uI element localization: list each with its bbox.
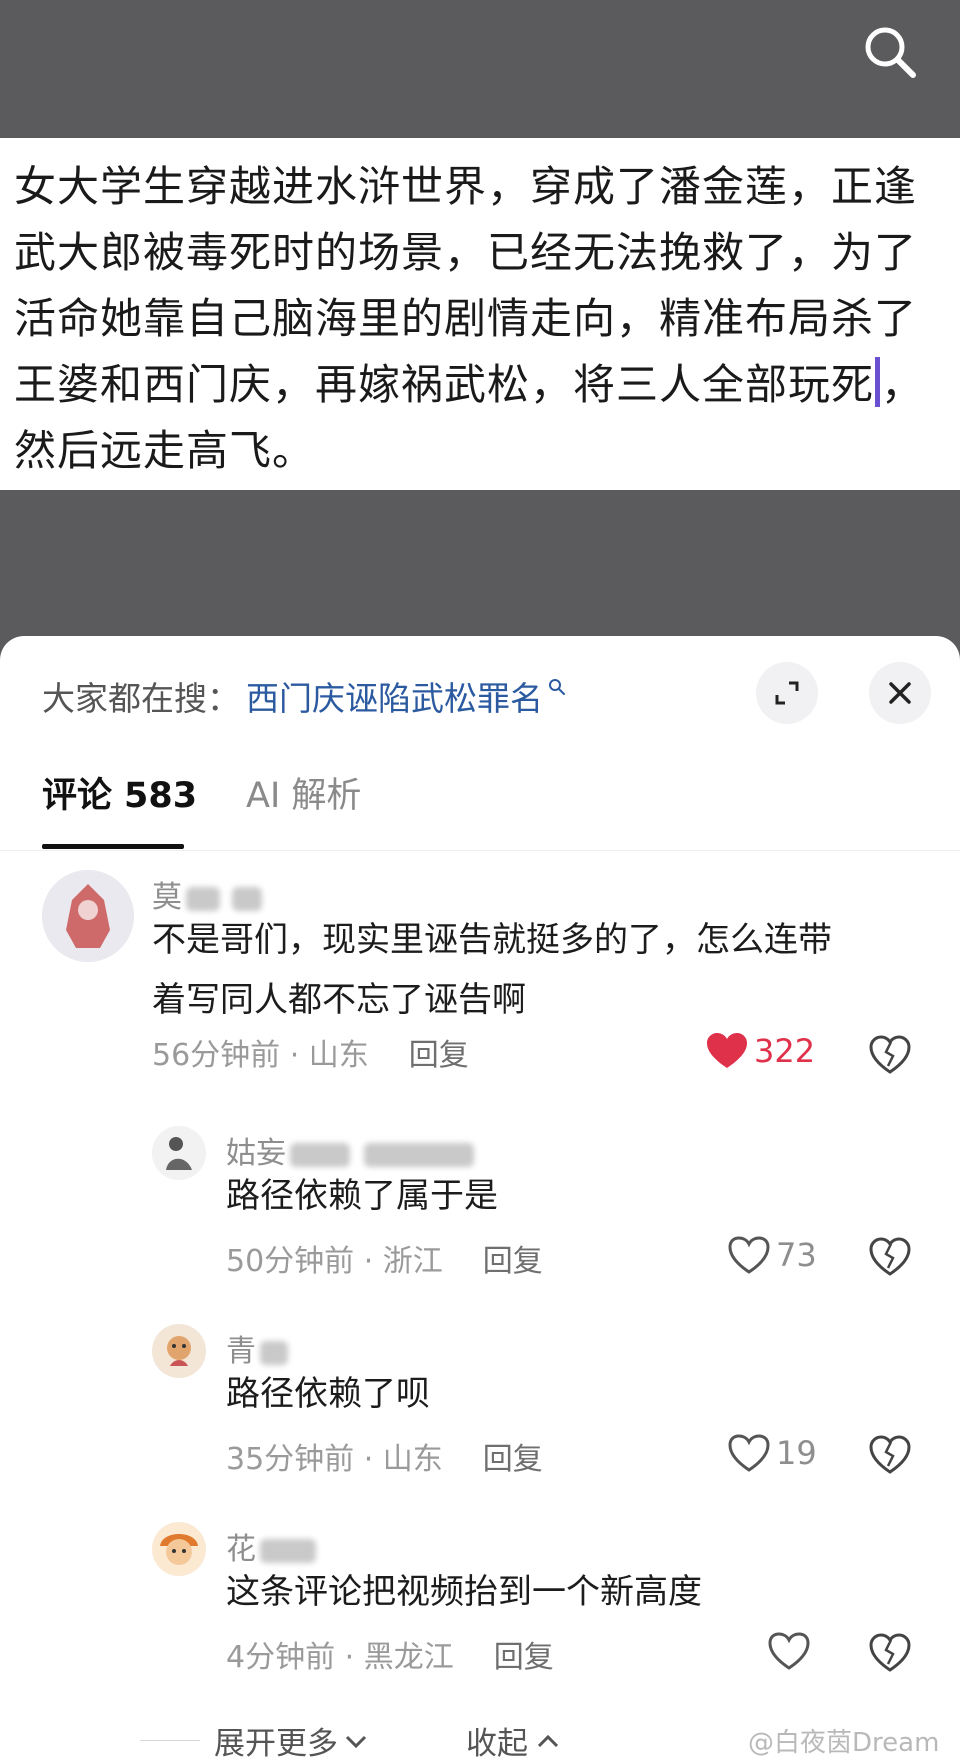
comment-time: 35分钟前 xyxy=(226,1442,355,1477)
search-button[interactable] xyxy=(858,20,922,84)
like-count: 73 xyxy=(776,1236,817,1274)
search-icon xyxy=(549,679,565,695)
avatar[interactable] xyxy=(42,870,134,962)
hot-search-query[interactable]: 西门庆诬陷武松罪名 xyxy=(246,672,543,720)
dislike-icon[interactable] xyxy=(868,1630,912,1674)
search-icon xyxy=(865,27,916,78)
comment-meta: 56分钟前 · 山东 回复 xyxy=(152,1038,469,1073)
divider xyxy=(140,1740,200,1741)
reply-button[interactable]: 回复 xyxy=(483,1442,543,1477)
reply-button[interactable]: 回复 xyxy=(409,1038,469,1073)
comment-meta: 50分钟前 · 浙江 回复 xyxy=(226,1244,543,1279)
like-button[interactable]: 19 xyxy=(728,1434,817,1472)
hot-search-label: 大家都在搜： xyxy=(42,679,240,718)
like-button[interactable]: 322 xyxy=(706,1032,815,1070)
comment-time: 4分钟前 xyxy=(226,1640,336,1675)
caption-line: 活命她靠自己脑海里的剧情走向，精准布局杀了 xyxy=(14,294,918,343)
like-count: 19 xyxy=(776,1434,817,1472)
comment-location: 浙江 xyxy=(382,1244,443,1279)
comment-footer: 展开更多 收起 @白夜茵Dream xyxy=(0,1718,960,1762)
video-caption: 女大学生穿越进水浒世界，穿成了潘金莲，正逢 武大郎被毒死时的场景，已经无法挽救了… xyxy=(0,138,960,490)
chevron-up-icon xyxy=(537,1734,559,1747)
chevron-down-icon xyxy=(345,1735,367,1748)
caption-line: 女大学生穿越进水浒世界，穿成了潘金莲，正逢 xyxy=(14,162,918,211)
hot-search-bar[interactable]: 大家都在搜： 西门庆诬陷武松罪名 xyxy=(42,666,567,726)
caption-line: 王婆和西门庆，再嫁祸武松，将三人全部玩死， xyxy=(14,352,950,418)
reply-item: 姑妄 路径依赖了属于是 50分钟前 · 浙江 回复 73 xyxy=(0,1126,960,1306)
comment-time: 50分钟前 xyxy=(226,1244,355,1279)
heart-icon xyxy=(728,1434,770,1472)
comment-location: 山东 xyxy=(308,1038,369,1073)
reply-button[interactable]: 回复 xyxy=(483,1244,543,1279)
caption-line: 然后远走高飞。 xyxy=(14,426,316,475)
avatar[interactable] xyxy=(152,1324,206,1378)
like-button[interactable] xyxy=(768,1632,816,1670)
dislike-icon[interactable] xyxy=(868,1234,912,1278)
comment-location: 黑龙江 xyxy=(363,1640,454,1675)
comment-text: 这条评论把视频抬到一个新高度 xyxy=(226,1572,702,1612)
like-count: 322 xyxy=(754,1032,816,1070)
video-area[interactable]: 女大学生穿越进水浒世界，穿成了潘金莲，正逢 武大郎被毒死时的场景，已经无法挽救了… xyxy=(0,0,960,660)
heart-icon xyxy=(768,1632,810,1670)
reply-item: 花 这条评论把视频抬到一个新高度 4分钟前 · 黑龙江 回复 xyxy=(0,1522,960,1702)
collapse-button[interactable]: 收起 xyxy=(466,1718,562,1763)
avatar-image xyxy=(152,1522,206,1576)
dislike-icon[interactable] xyxy=(868,1032,912,1076)
dislike-icon[interactable] xyxy=(868,1432,912,1476)
expand-button[interactable] xyxy=(756,662,818,724)
avatar-image xyxy=(152,1126,206,1180)
comment-sheet: 大家都在搜： 西门庆诬陷武松罪名 评论 583 AI 解析 莫 不是哥们，现实里… xyxy=(0,636,960,1763)
heart-icon xyxy=(728,1236,770,1274)
tab-comments[interactable]: 评论 583 xyxy=(42,766,197,850)
reply-button[interactable]: 回复 xyxy=(494,1640,554,1675)
heart-icon xyxy=(707,1033,747,1068)
comment-item: 莫 不是哥们，现实里诬告就挺多的了，怎么连带 着写同人都不忘了诬告啊 56分钟前… xyxy=(0,870,960,1100)
tab-ai-analysis[interactable]: AI 解析 xyxy=(246,766,361,850)
close-icon xyxy=(889,682,911,704)
avatar[interactable] xyxy=(152,1522,206,1576)
comment-text: 路径依赖了属于是 xyxy=(226,1176,498,1216)
avatar-image xyxy=(42,870,134,962)
text-caret xyxy=(875,357,881,407)
watermark: @白夜茵Dream xyxy=(748,1728,940,1758)
comment-location: 山东 xyxy=(382,1442,443,1477)
avatar[interactable] xyxy=(152,1126,206,1180)
comment-meta: 4分钟前 · 黑龙江 回复 xyxy=(226,1640,554,1675)
comment-text: 不是哥们，现实里诬告就挺多的了，怎么连带 着写同人都不忘了诬告啊 xyxy=(152,920,832,1020)
expand-icon xyxy=(775,681,799,705)
like-button[interactable]: 73 xyxy=(728,1236,817,1274)
tab-bar: 评论 583 AI 解析 xyxy=(0,766,960,851)
close-button[interactable] xyxy=(869,662,931,724)
expand-more-button[interactable]: 展开更多 xyxy=(214,1718,370,1763)
avatar-image xyxy=(152,1324,206,1378)
comment-text: 路径依赖了呗 xyxy=(226,1374,430,1414)
caption-line: 武大郎被毒死时的场景，已经无法挽救了，为了 xyxy=(14,228,918,277)
comment-count: 583 xyxy=(124,776,198,816)
tab-indicator xyxy=(42,844,184,849)
comment-meta: 35分钟前 · 山东 回复 xyxy=(226,1442,543,1477)
reply-item: 青 路径依赖了呗 35分钟前 · 山东 回复 19 xyxy=(0,1324,960,1504)
comment-time: 56分钟前 xyxy=(152,1038,281,1073)
